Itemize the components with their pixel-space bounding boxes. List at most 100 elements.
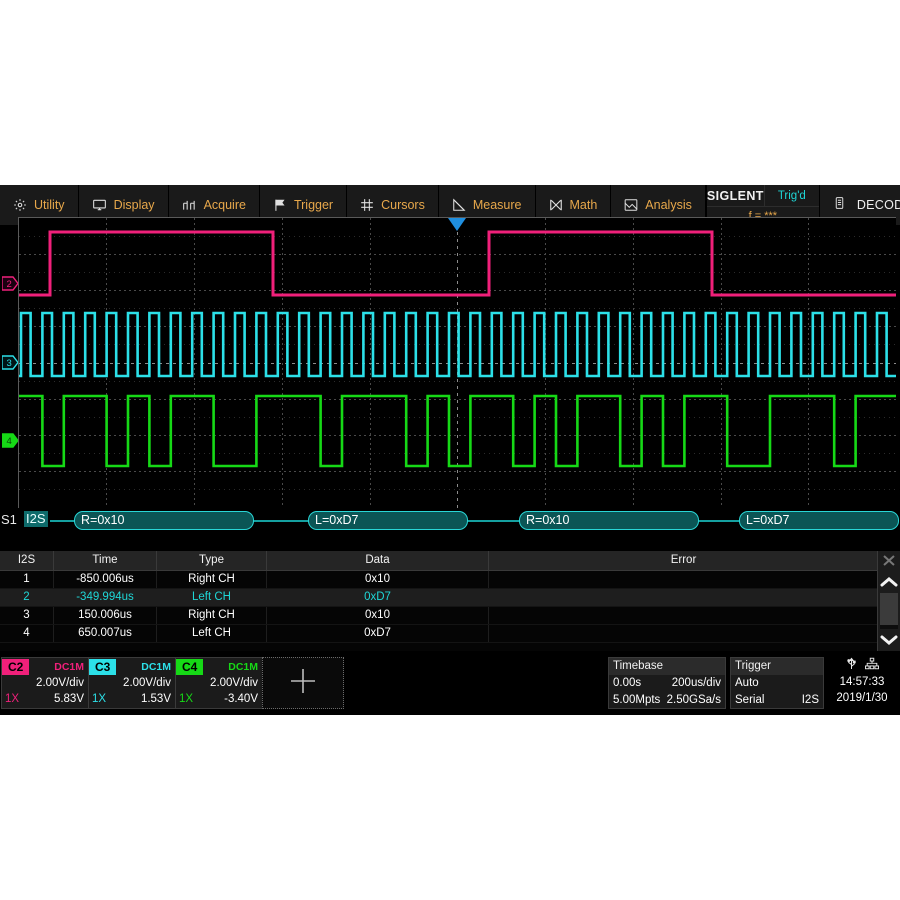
channel-name: C3	[89, 658, 117, 675]
menu-item-label: Math	[569, 198, 598, 212]
trigger-panel[interactable]: Trigger Auto Serial I2S	[730, 657, 824, 709]
menu-item-label: Utility	[34, 198, 65, 212]
channel-offset: 5.83V	[53, 693, 84, 705]
timebase-scale: 200us/div	[671, 677, 721, 689]
channel-probe: 1X	[5, 693, 20, 705]
channel-coupling: DC1M	[228, 660, 258, 673]
timebase-delay: 0.00s	[613, 677, 642, 689]
channel-scale: 2.00V/div	[36, 677, 84, 689]
cursors-icon	[360, 198, 374, 212]
decode-button-label: DECODE	[856, 198, 900, 212]
bus-label: S1	[1, 512, 17, 527]
trigger-position-marker[interactable]	[448, 218, 466, 231]
decode-packet[interactable]: R=0x10	[74, 511, 254, 530]
table-header-time: Time	[54, 551, 157, 570]
channel-probe: 1X	[179, 693, 194, 705]
math-icon	[549, 198, 563, 212]
menu-item-label: Measure	[472, 198, 522, 212]
plus-icon	[286, 664, 320, 703]
cell-type: Left CH	[157, 589, 267, 606]
lan-icon	[864, 657, 879, 675]
menu-item-label: Display	[113, 198, 155, 212]
waveform-grid[interactable]	[18, 217, 896, 508]
table-row[interactable]: 1 -850.006us Right CH 0x10	[0, 571, 900, 589]
channel-badge-c2[interactable]: C2 DC1M 2.00V/div 1X 5.83V	[1, 657, 89, 709]
channel-probe: 1X	[92, 693, 107, 705]
scrollbar-thumb[interactable]	[880, 593, 898, 625]
cell-time: -850.006us	[54, 571, 157, 588]
decode-table[interactable]: I2S Time Type Data Error 1 -850.006us Righ…	[0, 551, 900, 651]
table-scrollbar[interactable]	[877, 551, 900, 651]
channel-badge-c3[interactable]: C3 DC1M 2.00V/div 1X 1.53V	[88, 657, 176, 709]
cell-index: 1	[0, 571, 54, 588]
svg-text:3: 3	[7, 358, 12, 369]
channel-coupling: DC1M	[141, 660, 171, 673]
svg-text:4: 4	[7, 436, 12, 447]
chevron-down-icon[interactable]	[878, 629, 900, 651]
menu-item-label: Cursors	[381, 198, 425, 212]
table-header-type: Type	[157, 551, 267, 570]
timebase-panel[interactable]: Timebase 0.00s 200us/div 5.00Mpts 2.50GS…	[608, 657, 726, 709]
timebase-title: Timebase	[609, 658, 725, 675]
protocol-label: I2S	[24, 511, 48, 527]
table-body: 1 -850.006us Right CH 0x10 2 -349.994us Left C…	[0, 571, 900, 643]
cell-error	[489, 625, 879, 642]
cell-data: 0x10	[267, 607, 489, 624]
measure-icon	[452, 198, 466, 212]
monitor-icon	[92, 198, 107, 212]
table-header-data: Data	[267, 551, 489, 570]
table-row[interactable]: 4 650.007us Left CH 0xD7	[0, 625, 900, 643]
clock-time: 14:57:33	[839, 676, 885, 688]
channel-marker-4[interactable]: 4	[2, 433, 18, 448]
timebase-memory: 5.00Mpts	[613, 694, 661, 706]
cell-time: 650.007us	[54, 625, 157, 642]
cell-index: 2	[0, 589, 54, 606]
trigger-mode: Auto	[735, 677, 759, 689]
waveform-c4	[19, 394, 896, 468]
menu-item-label: Analysis	[645, 198, 692, 212]
channel-marker-2[interactable]: 2	[2, 276, 18, 291]
table-header-error: Error	[489, 551, 879, 570]
channel-name: C2	[2, 658, 30, 675]
trigger-source: I2S	[801, 694, 819, 706]
clock-date: 2019/1/30	[836, 692, 888, 704]
decode-packet[interactable]: R=0x10	[519, 511, 699, 530]
channel-marker-3[interactable]: 3	[2, 355, 18, 370]
channel-coupling: DC1M	[54, 660, 84, 673]
usb-icon	[846, 657, 857, 675]
table-row[interactable]: 3 150.006us Right CH 0x10	[0, 607, 900, 625]
cell-index: 3	[0, 607, 54, 624]
cell-type: Right CH	[157, 571, 267, 588]
cell-data: 0x10	[267, 571, 489, 588]
table-header-row: I2S Time Type Data Error	[0, 551, 900, 571]
channel-scale: 2.00V/div	[123, 677, 171, 689]
menu-item-label: Acquire	[203, 198, 246, 212]
close-icon[interactable]	[878, 551, 900, 570]
cell-error	[489, 571, 879, 588]
trigger-title: Trigger	[731, 658, 823, 675]
decode-bus-row: S1 I2S R=0x10 L=0xD7 R=0x10 L=0xD7	[0, 507, 900, 533]
decode-packet[interactable]: L=0xD7	[739, 511, 899, 530]
cell-index: 4	[0, 625, 54, 642]
chevron-up-icon[interactable]	[878, 571, 900, 593]
add-channel-button[interactable]	[262, 657, 344, 709]
table-row[interactable]: 2 -349.994us Left CH 0xD7	[0, 589, 900, 607]
status-top-row: SIGLENT Trig'd	[706, 185, 819, 207]
decode-packet[interactable]: L=0xD7	[308, 511, 468, 530]
trigger-state-badge: Trig'd	[777, 189, 806, 202]
channel-scale: 2.00V/div	[210, 677, 258, 689]
cell-data: 0xD7	[267, 625, 489, 642]
cell-error	[489, 589, 879, 606]
timebase-samplerate: 2.50GSa/s	[666, 694, 721, 706]
menu-item-label: Trigger	[293, 198, 334, 212]
cell-type: Right CH	[157, 607, 267, 624]
cell-time: 150.006us	[54, 607, 157, 624]
analysis-icon	[624, 198, 638, 212]
trigger-type: Serial	[735, 694, 765, 706]
channel-badge-c4[interactable]: C4 DC1M 2.00V/div 1X -3.40V	[175, 657, 263, 709]
brand-logo: SIGLENT	[707, 185, 765, 206]
decode-icon	[833, 195, 846, 216]
clock-panel: 14:57:33 2019/1/30	[824, 657, 900, 709]
status-bar: C2 DC1M 2.00V/div 1X 5.83V C3 DC1M 2.00V/div 1X 1…	[0, 655, 900, 713]
channel-offset: 1.53V	[140, 693, 171, 705]
